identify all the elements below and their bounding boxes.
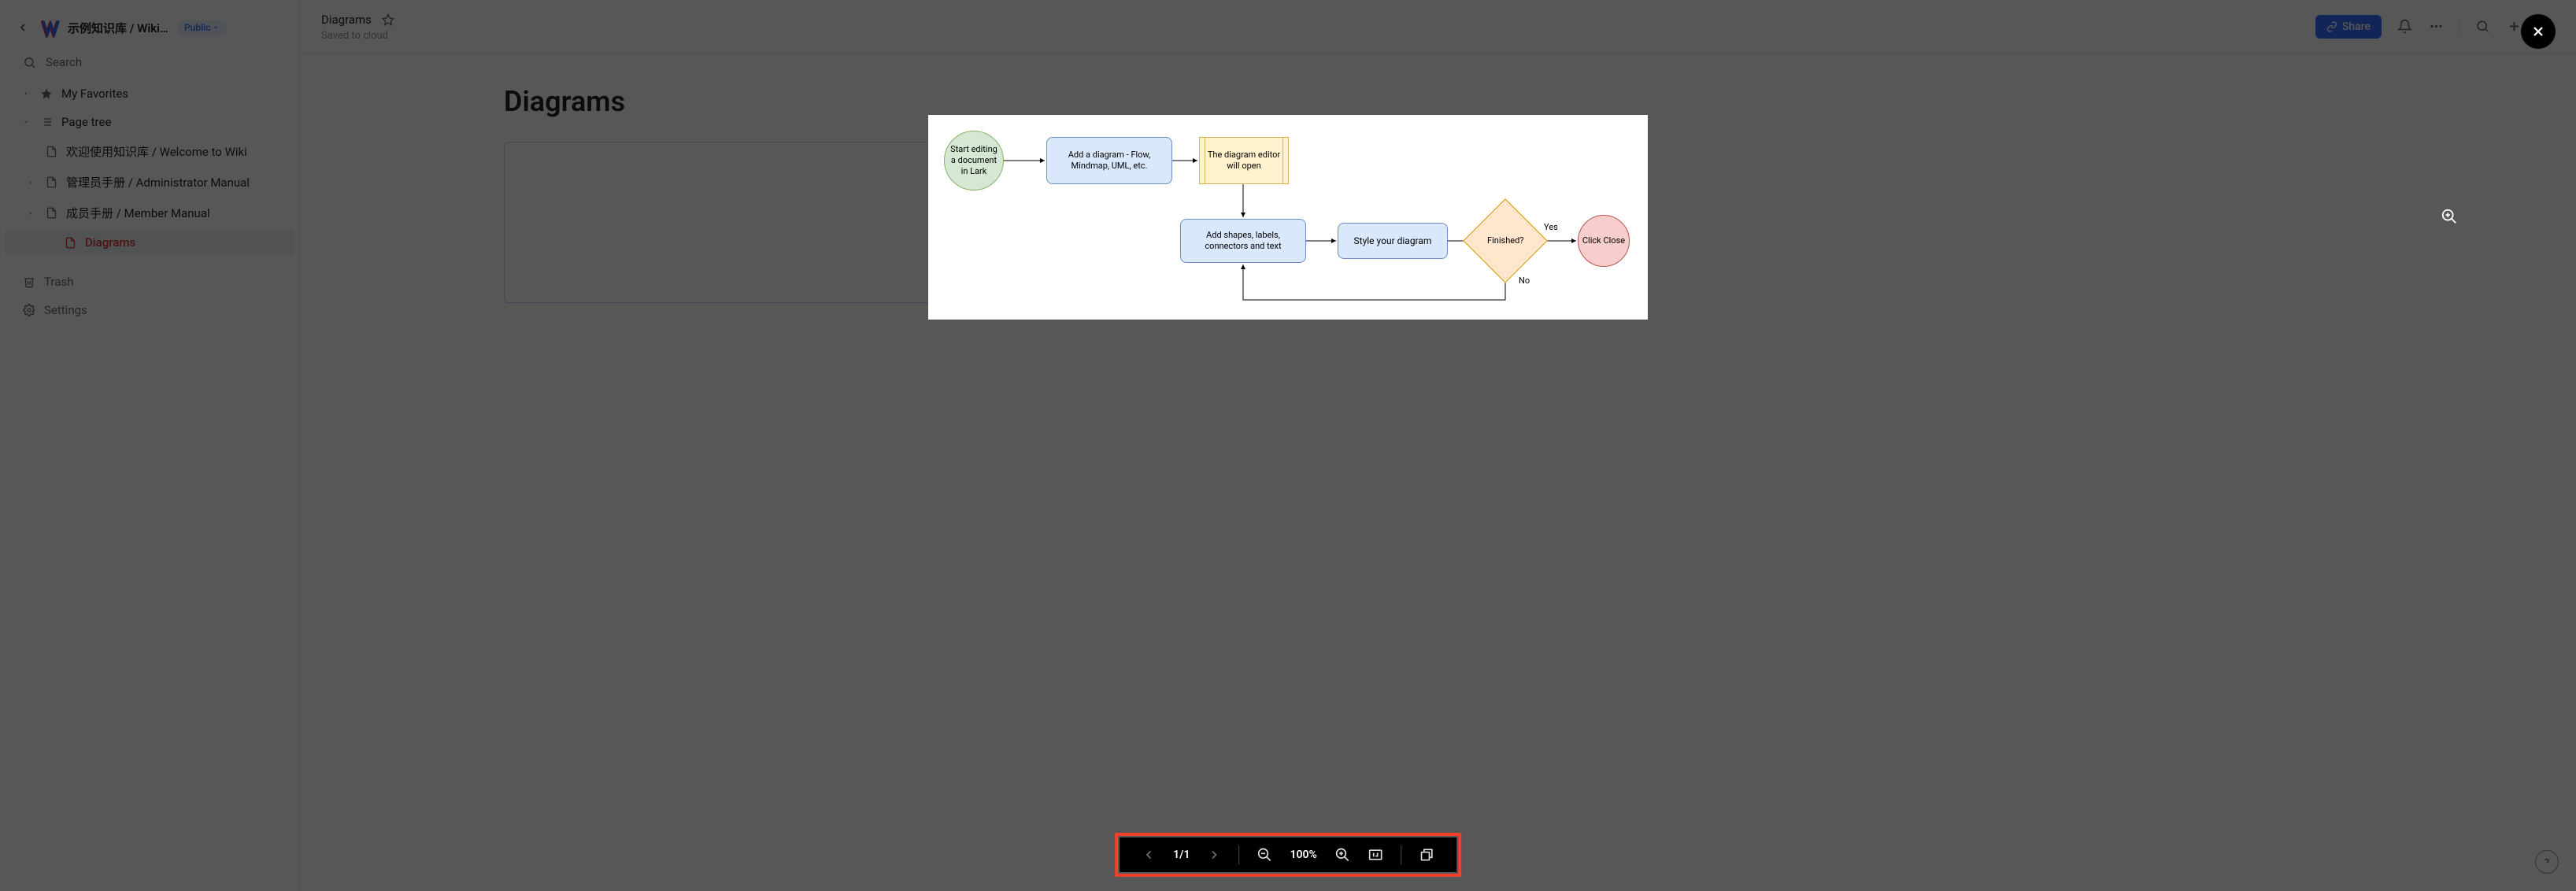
zoom-level: 100% xyxy=(1290,848,1317,861)
flow-node-click-close: Click Close xyxy=(1578,215,1630,267)
flow-node-add-shapes: Add shapes, labels, connectors and text xyxy=(1180,219,1306,263)
actual-size-button[interactable] xyxy=(1368,847,1383,863)
viewer-toolbar-highlight: 1/1 100% xyxy=(1115,833,1461,877)
flow-node-start: Start editing a document in Lark xyxy=(944,131,1004,190)
flow-node-add-diagram: Add a diagram - Flow, Mindmap, UML, etc. xyxy=(1046,137,1172,184)
image-viewer-overlay[interactable]: Start editing a document in Lark Add a d… xyxy=(0,0,2576,891)
zoom-in-button[interactable] xyxy=(1334,847,1350,863)
flow-edge-no: No xyxy=(1519,275,1530,286)
page-indicator: 1/1 xyxy=(1173,848,1190,861)
zoom-in-cursor-icon xyxy=(2441,208,2458,228)
flow-node-style: Style your diagram xyxy=(1338,223,1448,259)
next-button[interactable] xyxy=(1208,848,1222,862)
open-external-button[interactable] xyxy=(1419,847,1434,863)
flow-edge-yes: Yes xyxy=(1544,222,1558,232)
viewer-toolbar: 1/1 100% xyxy=(1120,837,1456,872)
close-button[interactable] xyxy=(2521,14,2556,49)
prev-button[interactable] xyxy=(1142,848,1156,862)
diagram-lightbox: Start editing a document in Lark Add a d… xyxy=(928,115,1648,320)
zoom-out-button[interactable] xyxy=(1257,847,1273,863)
flow-node-editor-open: The diagram editor will open xyxy=(1199,137,1289,184)
flow-node-decision: Finished? xyxy=(1463,198,1547,283)
